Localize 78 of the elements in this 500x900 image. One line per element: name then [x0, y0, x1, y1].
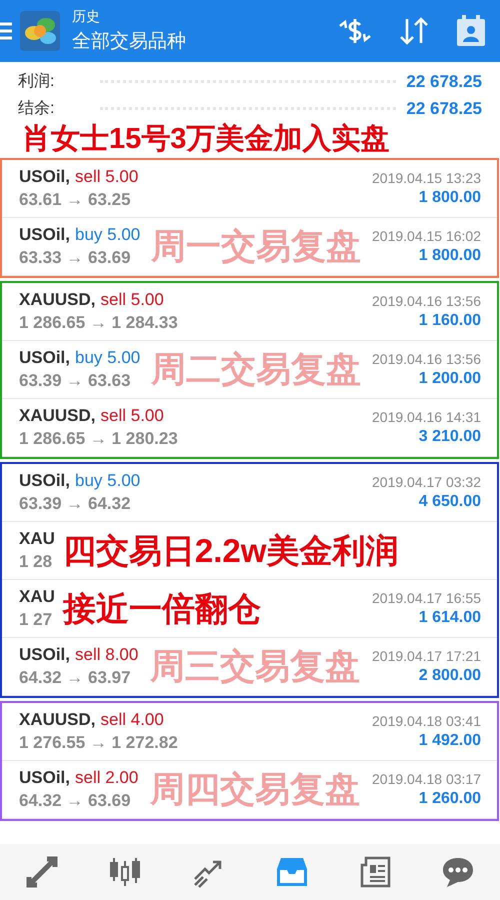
price-range: 64.32 → 63.69: [19, 791, 132, 811]
sort-arrows-icon[interactable]: [398, 16, 430, 46]
price-range: 1 286.65 → 1 284.33: [19, 313, 178, 333]
order-type: sell 5.00: [75, 167, 138, 187]
symbol-text: USOil,: [19, 471, 70, 491]
overlay-caption: 周四交易复盘: [150, 769, 360, 811]
order-type: sell 5.00: [100, 290, 164, 310]
symbol-text: USOil,: [19, 645, 70, 665]
diagonal-arrows-icon[interactable]: [24, 855, 59, 889]
symbol-text: XAUUSD,: [19, 406, 96, 426]
order-type: sell 4.00: [100, 710, 164, 730]
summary-value: 22 678.25: [406, 72, 482, 92]
trade-time: 2019.04.15 13:23: [372, 170, 481, 186]
trade-row[interactable]: USOil, buy 5.00 63.39 → 64.32 2019.04.17 03:32 4 650.00: [2, 464, 497, 522]
trade-row[interactable]: XAUUSD, sell 5.00 1 286.65 → 1 284.33 2019.04.16 13:56 1 160.00: [2, 283, 497, 341]
trade-time: 2019.04.16 14:31: [372, 409, 481, 425]
trade-time: 2019.04.17 03:32: [372, 474, 481, 490]
trade-profit: 4 650.00: [418, 493, 481, 511]
summary-label: 结余:: [18, 98, 56, 119]
trade-row[interactable]: XAUUSD, sell 4.00 1 276.55 → 1 272.82 2019.04.18 03:41 1 492.00: [2, 703, 497, 761]
candlestick-icon[interactable]: [108, 855, 142, 889]
chat-bubble-icon[interactable]: [441, 855, 476, 889]
trade-time: 2019.04.17 16:55: [372, 590, 481, 606]
overlay-note: 四交易日2.2w美金利润: [62, 530, 398, 570]
trade-profit: 1 260.00: [418, 790, 481, 808]
order-type: sell 8.00: [75, 645, 138, 665]
trade-row[interactable]: XAUUSD, sell 5.00 1 286.65 → 1 280.23 2019.04.16 14:31 3 210.00: [2, 399, 497, 457]
price-range: 63.39 → 63.63: [19, 371, 132, 391]
screen-title: 历史: [72, 8, 100, 26]
trade-time: 2019.04.18 03:17: [372, 771, 481, 787]
overlay-caption: 周二交易复盘: [151, 349, 362, 391]
trade-profit: 3 210.00: [418, 428, 481, 446]
price-range: 1 286.65 → 1 280.23: [19, 429, 178, 449]
trade-profit: 1 800.00: [418, 247, 481, 265]
summary-value: 22 678.25: [406, 98, 482, 118]
trade-time: 2019.04.15 16:02: [372, 228, 481, 244]
order-type: sell 5.00: [100, 406, 164, 426]
trade-profit: 1 200.00: [418, 370, 481, 388]
price-range: 1 27: [19, 610, 54, 630]
symbol-text: USOil,: [19, 768, 70, 788]
price-range: 64.32 → 63.97: [19, 668, 132, 688]
summary-label: 利润:: [18, 72, 56, 92]
trade-time: 2019.04.17 17:21: [372, 648, 481, 664]
overlay-caption: 周一交易复盘: [151, 226, 362, 268]
inbox-icon[interactable]: [274, 855, 309, 889]
symbol-text: XAUUSD,: [19, 290, 96, 310]
symbol-text: XAU: [19, 529, 55, 549]
symbol-text: USOil,: [19, 167, 70, 187]
trade-profit: 2 800.00: [418, 667, 481, 685]
price-range: 1 28: [19, 552, 54, 572]
symbol-filter[interactable]: 全部交易品种: [72, 28, 186, 54]
trade-profit: 1 160.00: [418, 312, 481, 330]
price-range: 63.39 → 64.32: [19, 494, 132, 514]
price-range: 63.61 → 63.25: [19, 190, 132, 210]
trade-profit: 1 492.00: [418, 732, 481, 750]
price-range: 1 276.55 → 1 272.82: [19, 733, 178, 753]
symbol-text: USOil,: [19, 225, 70, 245]
trade-time: 2019.04.18 03:41: [372, 713, 481, 729]
order-type: buy 5.00: [75, 348, 140, 368]
symbol-text: XAU: [19, 587, 55, 607]
order-type: sell 2.00: [75, 768, 138, 788]
overlay-caption: 周三交易复盘: [150, 646, 360, 688]
order-type: buy 5.00: [75, 225, 140, 245]
trade-profit: 1 614.00: [418, 609, 481, 627]
overlay-note: 接近一倍翻仓: [62, 588, 261, 628]
dollar-exchange-icon[interactable]: [338, 16, 372, 46]
overlay-headline: 肖女士15号3万美金加入实盘: [22, 122, 390, 156]
trade-profit: 1 800.00: [418, 189, 481, 207]
trade-time: 2019.04.16 13:56: [372, 351, 481, 367]
order-type: buy 5.00: [75, 471, 140, 491]
calendar-person-icon[interactable]: [456, 15, 486, 47]
price-range: 63.33 → 63.69: [19, 248, 132, 268]
menu-icon[interactable]: [0, 21, 12, 41]
trade-time: 2019.04.16 13:56: [372, 293, 481, 309]
symbol-text: USOil,: [19, 348, 70, 368]
trade-row[interactable]: USOil, sell 5.00 63.61 → 63.25 2019.04.15 13:23 1 800.00: [2, 160, 497, 218]
symbol-text: XAUUSD,: [19, 710, 96, 730]
app-logo-icon: [20, 11, 60, 51]
